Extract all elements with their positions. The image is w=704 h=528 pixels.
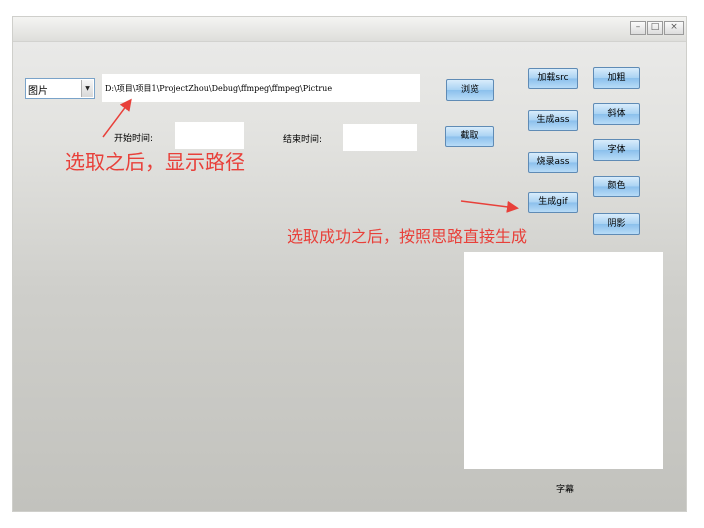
annotation-arrows — [102, 98, 519, 213]
gif-arrow-icon — [460, 200, 519, 213]
path-arrow-icon — [102, 98, 132, 138]
